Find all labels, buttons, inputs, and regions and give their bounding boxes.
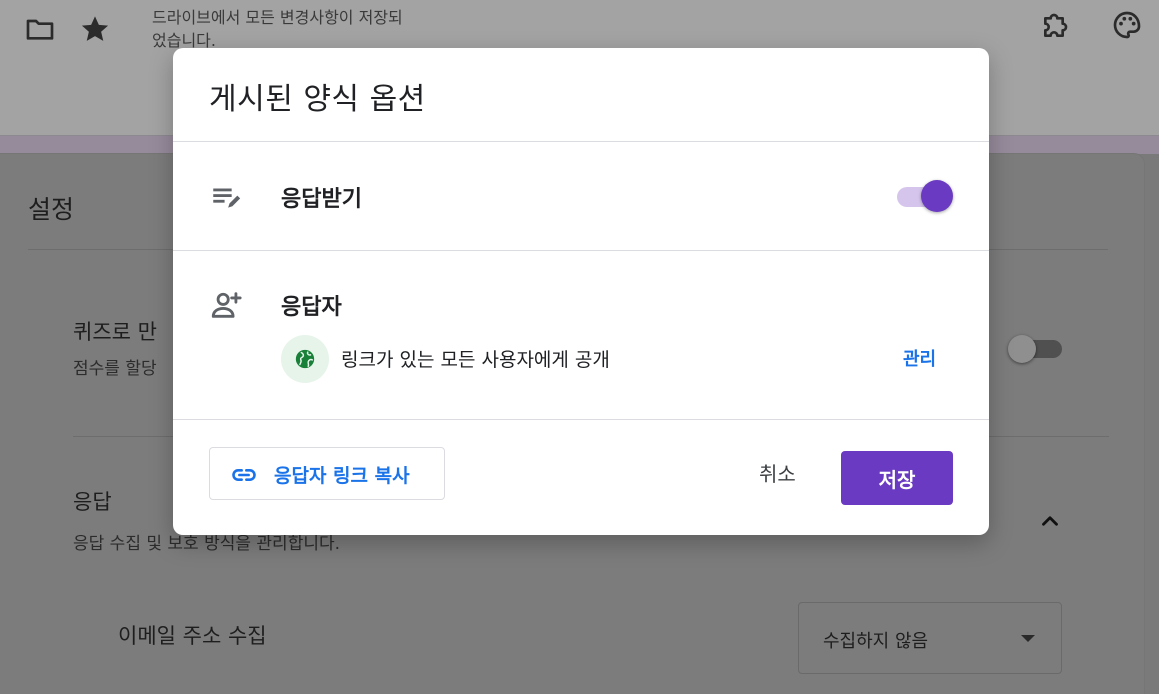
cancel-button[interactable]: 취소 [759,458,796,487]
email-collection-select[interactable]: 수집하지 않음 [798,602,1062,674]
copy-responder-link-button[interactable]: 응답자 링크 복사 [209,447,445,500]
email-select-value: 수집하지 않음 [823,631,929,652]
link-icon [232,469,256,481]
manage-link[interactable]: 관리 [903,345,936,371]
audience-text: 링크가 있는 모든 사용자에게 공개 [341,349,610,371]
star-icon[interactable] [79,13,111,45]
accept-responses-label: 응답받기 [281,187,362,212]
save-status: 드라이브에서 모든 변경사항이 저장되었습니다. [152,8,403,50]
settings-title: 설정 [28,195,75,224]
save-button[interactable]: 저장 [841,451,953,505]
chevron-up-icon[interactable] [1037,508,1063,534]
copy-link-label: 응답자 링크 복사 [274,465,410,487]
palette-icon[interactable] [1111,9,1143,41]
addon-icon[interactable] [1040,9,1072,41]
quiz-setting-subtitle: 점수를 할당 [73,359,157,379]
accept-responses-toggle[interactable] [921,180,953,212]
add-person-icon [211,292,242,318]
globe-icon [295,349,315,369]
dialog-title: 게시된 양식 옵션 [209,82,426,117]
quiz-toggle-thumb[interactable] [1008,335,1036,363]
quiz-setting-title: 퀴즈로 만 [73,320,157,344]
globe-badge [281,335,329,383]
publish-options-dialog: 게시된 양식 옵션 응답받기 응답자 링크가 있는 모든 사용자에게 공개 관리… [173,48,989,535]
folder-icon[interactable] [24,13,56,45]
dropdown-arrow-icon [1021,635,1035,642]
dialog-divider [173,419,989,420]
responses-section-title: 응답 [73,490,112,514]
dialog-divider [173,250,989,251]
responders-label: 응답자 [281,295,342,320]
email-collection-label: 이메일 주소 수집 [118,624,267,648]
edit-list-icon [213,188,241,208]
dialog-divider [173,141,989,142]
